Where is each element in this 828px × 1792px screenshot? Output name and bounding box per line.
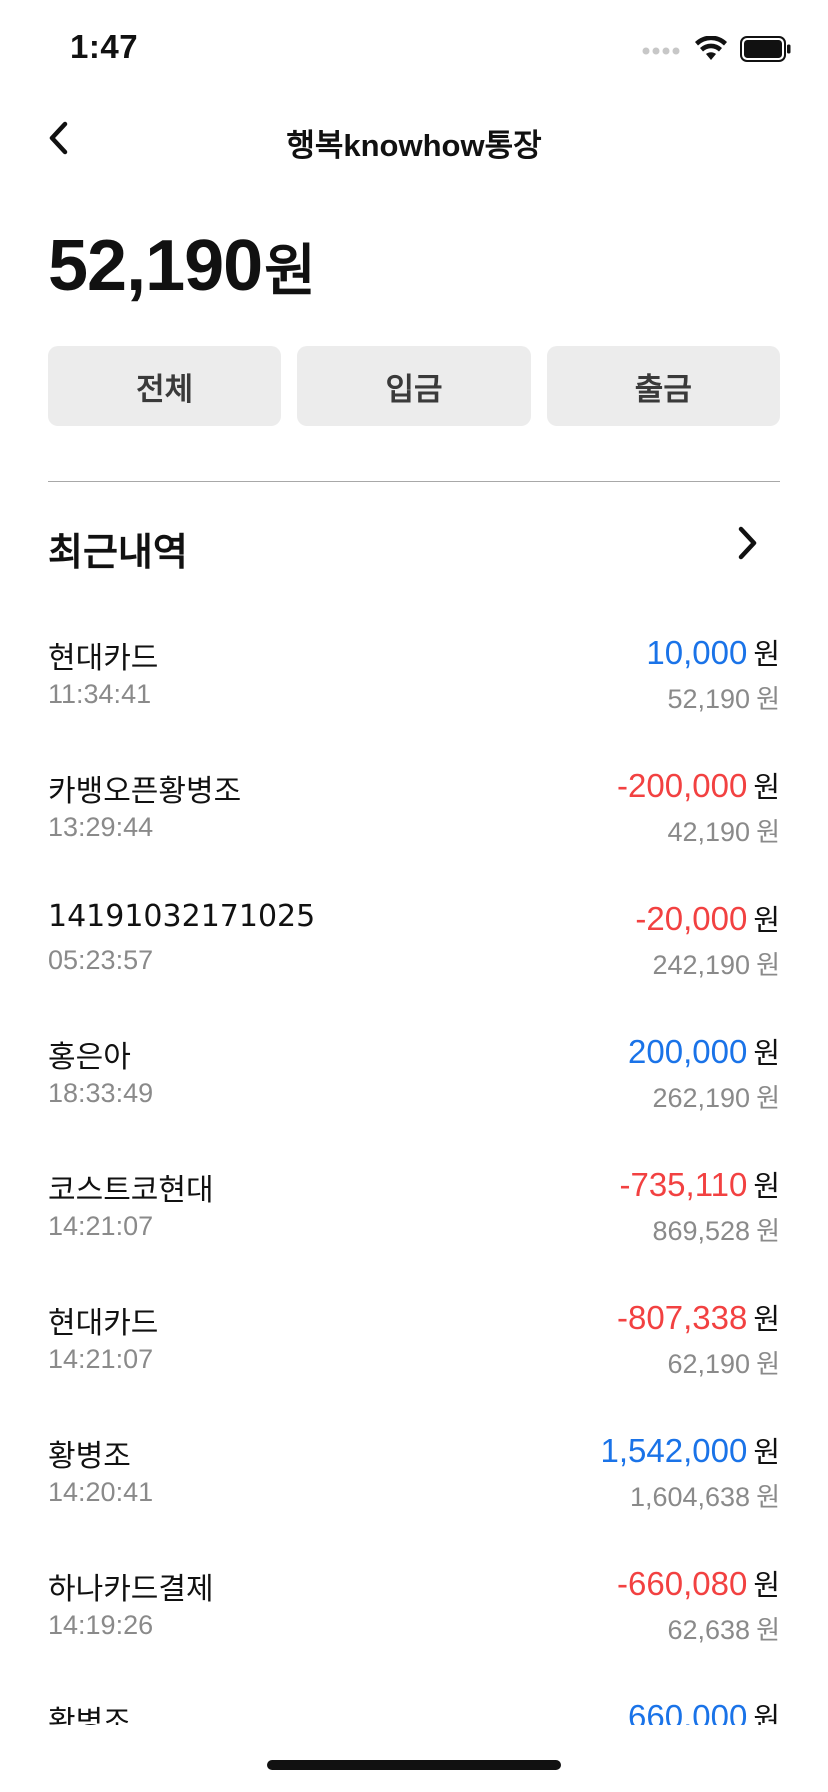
transaction-balance: 869,528 (652, 1216, 751, 1246)
transaction-amount: 660,000 (628, 1698, 748, 1725)
transaction-list: 현대카드 11:34:41 10,000 원 52,190 원 카뱅오픈황병조 13… (48, 625, 780, 1725)
transaction-amount-unit: 원 (753, 637, 780, 671)
transaction-name: 카뱅오픈황병조 (48, 774, 242, 809)
transaction-time: 18:33:49 (48, 1078, 154, 1108)
transaction-balance-line: 62,190 원 (667, 1344, 780, 1381)
chevron-right-icon (737, 526, 759, 564)
transaction-name: 하나카드결제 (48, 1572, 214, 1607)
transaction-row[interactable]: 황병조 660,000 원 (48, 1689, 780, 1725)
filter-deposit-button[interactable]: 입금 (297, 346, 531, 426)
transaction-balance-line: 62,638 원 (667, 1610, 780, 1647)
transaction-amount-unit: 원 (753, 1701, 780, 1725)
transaction-amount-line: -200,000 원 (617, 764, 780, 806)
signal-dots-icon (642, 42, 682, 61)
transaction-amount-unit: 원 (753, 770, 780, 804)
transaction-amount-unit: 원 (753, 1036, 780, 1070)
nav-bar: 행복knowhow통장 (0, 110, 828, 170)
transaction-row[interactable]: 현대카드 11:34:41 10,000 원 52,190 원 (48, 625, 780, 758)
transaction-balance: 242,190 (652, 950, 751, 980)
transaction-balance-line: 242,190 원 (652, 945, 780, 982)
page-title: 행복knowhow통장 (286, 128, 542, 163)
transaction-name: 현대카드 (48, 1306, 159, 1341)
transaction-balance: 1,604,638 (629, 1482, 751, 1512)
transaction-balance-unit: 원 (756, 818, 780, 848)
transaction-amount: -807,338 (617, 1299, 748, 1336)
transaction-row[interactable]: 카뱅오픈황병조 13:29:44 -200,000 원 42,190 원 (48, 758, 780, 891)
transaction-balance-unit: 원 (756, 951, 780, 981)
transaction-row[interactable]: 14191032171025 05:23:57 -20,000 원 242,190… (48, 891, 780, 1024)
transaction-time: 14:20:41 (48, 1477, 154, 1507)
transaction-row[interactable]: 현대카드 14:21:07 -807,338 원 62,190 원 (48, 1290, 780, 1423)
section-title: 최근내역 (48, 530, 188, 574)
transaction-amount: -735,110 (619, 1166, 748, 1203)
recent-more-button[interactable] (728, 525, 768, 565)
recent-section-header: 최근내역 (48, 515, 780, 575)
transaction-balance-unit: 원 (756, 1217, 780, 1247)
transaction-time: 14:21:07 (48, 1344, 154, 1374)
wifi-icon (694, 35, 728, 66)
transaction-balance-unit: 원 (756, 685, 780, 715)
home-indicator (267, 1760, 561, 1770)
transaction-amount: 10,000 (646, 634, 748, 671)
transaction-balance-line: 869,528 원 (652, 1211, 780, 1248)
transaction-name: 홍은아 (48, 1040, 131, 1075)
transaction-amount-line: 660,000 원 (628, 1695, 780, 1725)
transaction-amount: -660,080 (617, 1565, 748, 1602)
transaction-row[interactable]: 코스트코현대 14:21:07 -735,110 원 869,528 원 (48, 1157, 780, 1290)
account-balance: 52,190 원 (48, 225, 316, 307)
transaction-amount-line: -807,338 원 (617, 1296, 780, 1338)
transaction-balance: 42,190 (667, 817, 751, 847)
transaction-balance-line: 42,190 원 (667, 812, 780, 849)
transaction-row[interactable]: 하나카드결제 14:19:26 -660,080 원 62,638 원 (48, 1556, 780, 1689)
transaction-balance: 262,190 (652, 1083, 751, 1113)
transaction-name: 현대카드 (48, 641, 159, 676)
transaction-time: 14:19:26 (48, 1610, 154, 1640)
balance-unit: 원 (264, 239, 316, 304)
transaction-row[interactable]: 홍은아 18:33:49 200,000 원 262,190 원 (48, 1024, 780, 1157)
transaction-name: 코스트코현대 (48, 1173, 214, 1208)
transaction-balance-unit: 원 (756, 1084, 780, 1114)
transaction-time: 11:34:41 (48, 679, 152, 709)
status-time: 1:47 (70, 28, 139, 65)
transaction-name: 황병조 (48, 1705, 131, 1725)
transaction-amount: -20,000 (635, 900, 748, 937)
transaction-amount-unit: 원 (753, 1302, 780, 1336)
battery-icon (740, 36, 792, 66)
transaction-amount-line: 10,000 원 (646, 631, 780, 673)
transaction-balance-unit: 원 (756, 1483, 780, 1513)
transaction-amount-unit: 원 (753, 1435, 780, 1469)
transaction-name: 14191032171025 (48, 899, 316, 934)
divider (48, 481, 780, 482)
transaction-balance-line: 52,190 원 (667, 679, 780, 716)
status-icons (642, 35, 792, 66)
status-bar: 1:47 (0, 0, 828, 100)
transaction-amount: 200,000 (628, 1033, 748, 1070)
transaction-amount-line: -660,080 원 (617, 1562, 780, 1604)
transaction-amount-unit: 원 (753, 1169, 780, 1203)
transaction-balance-line: 262,190 원 (652, 1078, 780, 1115)
transaction-balance: 62,638 (667, 1615, 751, 1645)
transaction-amount-unit: 원 (753, 1568, 780, 1602)
transaction-time: 14:21:07 (48, 1211, 154, 1241)
transaction-amount-line: 1,542,000 원 (601, 1429, 781, 1471)
transaction-amount-unit: 원 (753, 903, 780, 937)
transaction-amount: 1,542,000 (600, 1432, 748, 1469)
filter-all-button[interactable]: 전체 (48, 346, 282, 426)
filter-withdrawal-button[interactable]: 출금 (546, 346, 780, 426)
balance-amount: 52,190 (48, 226, 263, 306)
transaction-balance: 52,190 (667, 684, 751, 714)
transaction-row[interactable]: 황병조 14:20:41 1,542,000 원 1,604,638 원 (48, 1423, 780, 1556)
transaction-balance-unit: 원 (756, 1616, 780, 1646)
transaction-amount-line: 200,000 원 (628, 1030, 780, 1072)
transaction-time: 13:29:44 (48, 812, 154, 842)
transaction-balance: 62,190 (667, 1349, 751, 1379)
transaction-balance-unit: 원 (756, 1350, 780, 1380)
transaction-amount-line: -20,000 원 (635, 897, 780, 939)
transaction-balance-line: 1,604,638 원 (630, 1477, 780, 1514)
transaction-amount: -200,000 (617, 767, 748, 804)
transaction-amount-line: -735,110 원 (619, 1163, 780, 1205)
transaction-name: 황병조 (48, 1439, 131, 1474)
filter-row: 전체 입금 출금 (48, 346, 780, 426)
transaction-time: 05:23:57 (48, 945, 154, 975)
